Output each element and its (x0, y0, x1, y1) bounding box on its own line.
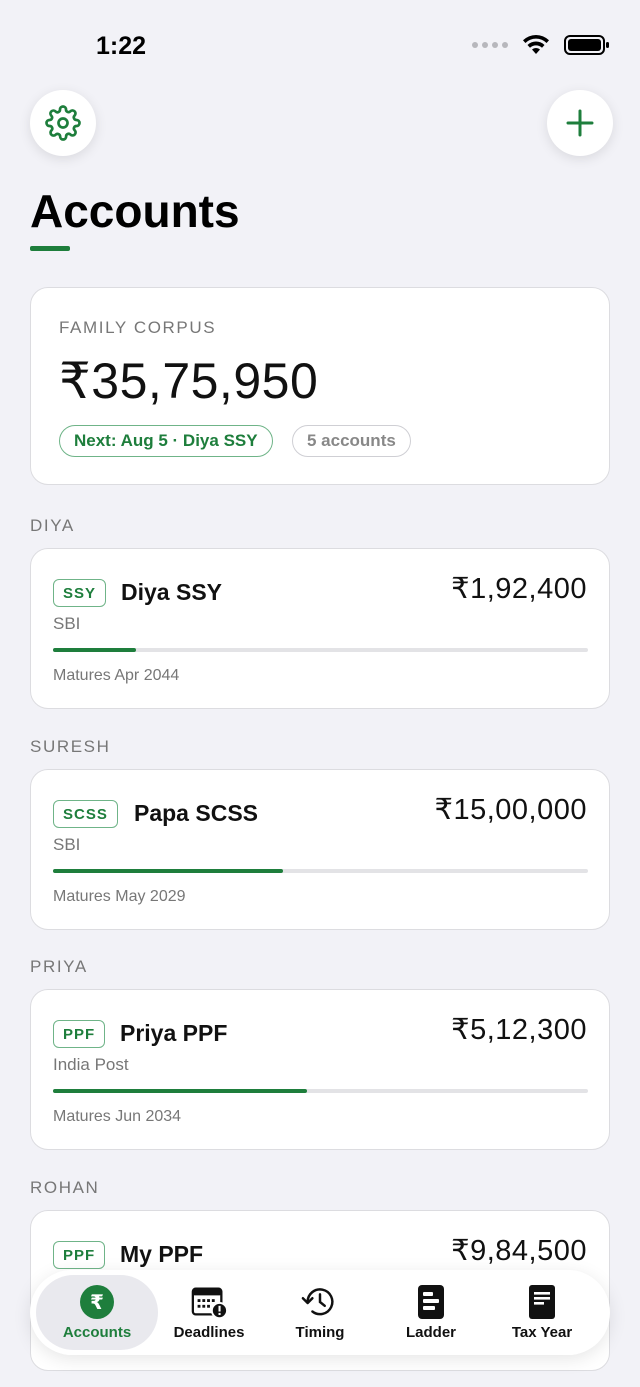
tab-accounts[interactable]: ₹ Accounts (36, 1275, 158, 1350)
status-bar: 1:22 (0, 0, 640, 90)
section-label-suresh: SURESH (30, 737, 111, 756)
tab-tax-year[interactable]: Tax Year (484, 1270, 600, 1355)
add-account-button[interactable] (547, 90, 613, 156)
rupee-icon: ₹ (78, 1284, 116, 1320)
family-corpus-card[interactable]: FAMILY CORPUS ₹35,75,950 Next: Aug 5 · D… (30, 287, 610, 485)
next-deadline-chip[interactable]: Next: Aug 5 · Diya SSY (59, 425, 273, 457)
account-bank: India Post (53, 1055, 129, 1074)
account-count-chip[interactable]: 5 accounts (292, 425, 411, 457)
maturity-progress-bar (53, 1089, 588, 1093)
cellular-dots-icon (472, 42, 508, 48)
account-name: Priya PPF (120, 1020, 228, 1046)
progress-fill (53, 869, 284, 873)
maturity-progress-bar (53, 869, 588, 873)
settings-button[interactable] (30, 90, 96, 156)
tab-ladder[interactable]: Ladder (373, 1270, 489, 1355)
gear-icon (45, 105, 81, 141)
tab-label: Accounts (62, 1324, 132, 1341)
tab-deadlines[interactable]: Deadlines (151, 1270, 267, 1355)
account-amount: ₹1,92,400 (451, 573, 587, 605)
maturity-date: Matures Apr 2044 (53, 667, 180, 684)
section-label-priya: PRIYA (30, 957, 88, 976)
account-type-badge: SCSS (53, 800, 118, 828)
tab-timing[interactable]: Timing (262, 1270, 378, 1355)
account-amount: ₹15,00,000 (434, 794, 587, 826)
account-card-priya-ppf[interactable]: PPF Priya PPF ₹5,12,300 India Post Matur… (30, 989, 610, 1150)
account-card-diya-ssy[interactable]: SSY Diya SSY ₹1,92,400 SBI Matures Apr 2… (30, 548, 610, 709)
bottom-tab-bar: ₹ Accounts Deadlines Timing Ladder Tax Y… (30, 1270, 610, 1355)
account-amount: ₹9,84,500 (451, 1235, 587, 1267)
status-icons (472, 34, 610, 56)
account-bank: SBI (53, 835, 81, 854)
status-time: 1:22 (96, 32, 147, 60)
account-bank: SBI (53, 614, 81, 633)
ladder-doc-icon (412, 1284, 450, 1320)
corpus-label: FAMILY CORPUS (59, 318, 217, 337)
title-underline (30, 246, 70, 251)
progress-fill (53, 1089, 308, 1093)
calendar-alert-icon (190, 1284, 228, 1320)
tab-label: Ladder (405, 1324, 456, 1341)
wifi-icon (523, 34, 549, 54)
tab-label: Timing (295, 1324, 345, 1341)
clock-history-icon (301, 1284, 339, 1320)
account-type-badge: SSY (53, 579, 107, 607)
page-title: Accounts (30, 185, 240, 237)
account-name: My PPF (120, 1241, 204, 1267)
account-name: Diya SSY (121, 579, 222, 605)
account-amount: ₹5,12,300 (451, 1014, 587, 1046)
section-label-diya: DIYA (30, 516, 75, 535)
corpus-total: ₹35,75,950 (59, 353, 319, 409)
maturity-date: Matures Jun 2034 (53, 1108, 182, 1125)
tab-label: Deadlines (173, 1324, 245, 1341)
account-name: Papa SCSS (134, 800, 258, 826)
tab-label: Tax Year (511, 1324, 573, 1341)
plus-icon (566, 109, 594, 137)
section-label-rohan: ROHAN (30, 1178, 100, 1197)
maturity-progress-bar (53, 648, 588, 652)
account-card-papa-scss[interactable]: SCSS Papa SCSS ₹15,00,000 SBI Matures Ma… (30, 769, 610, 930)
maturity-date: Matures May 2029 (53, 888, 186, 905)
account-type-badge: PPF (53, 1241, 106, 1269)
progress-fill (53, 648, 136, 652)
account-type-badge: PPF (53, 1020, 106, 1048)
battery-icon (564, 35, 609, 55)
document-icon (523, 1284, 561, 1320)
